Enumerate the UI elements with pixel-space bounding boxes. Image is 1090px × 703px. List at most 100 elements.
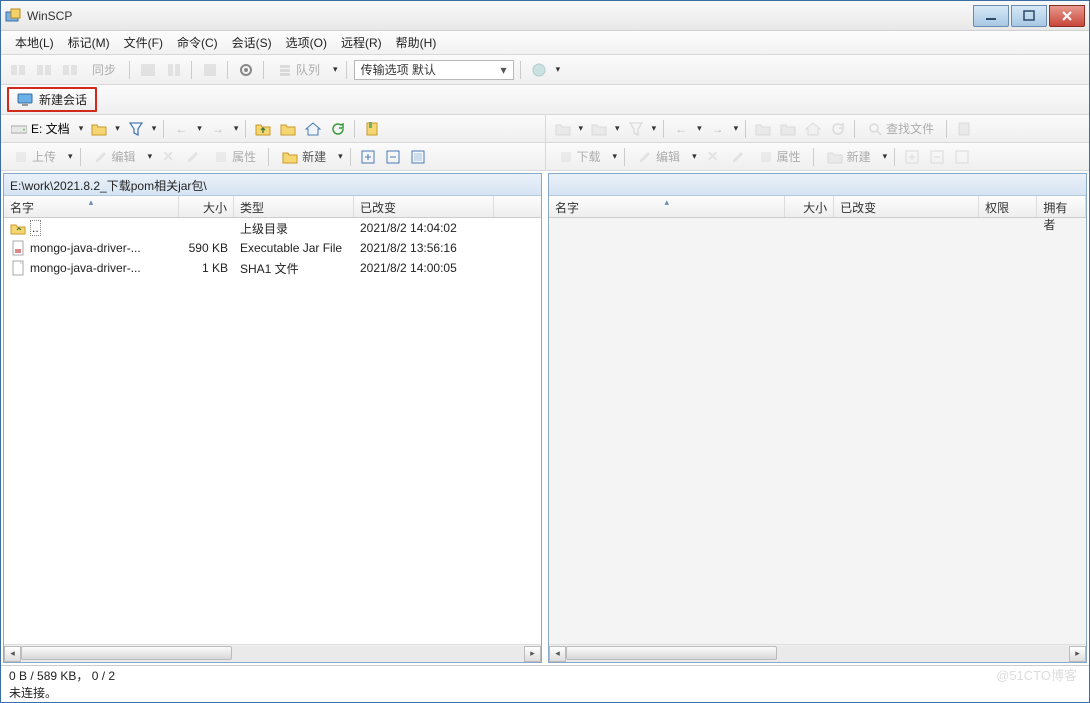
scroll-thumb[interactable] [566, 646, 777, 660]
fwd-dd: ▾ [232, 123, 241, 134]
compare-icon [163, 59, 185, 81]
scroll-left-icon[interactable]: ◂ [549, 646, 566, 662]
invert-selection-icon-r [951, 146, 973, 168]
menu-help[interactable]: 帮助(H) [390, 32, 443, 53]
remote-grid-header: 名字 大小 已改变 权限 拥有者 [549, 196, 1086, 218]
nav-toolbar-left: E: 文档 ▾ ▾ ▾ ←▾ →▾ [1, 115, 546, 143]
drive-selector-left[interactable]: E: 文档 [7, 120, 74, 137]
new-dd-r: ▾ [881, 151, 890, 162]
separator [811, 146, 817, 168]
bookmark-icon[interactable] [361, 118, 383, 140]
select-all-icon[interactable] [357, 146, 379, 168]
local-hscroll[interactable]: ◂ ▸ [4, 644, 541, 662]
separator [518, 59, 524, 81]
nav-toolbar-right: ▾ ▾ ▾ ←▾ →▾ 查找文件 [546, 115, 1090, 143]
download-label: 下载 [577, 148, 601, 165]
maximize-button[interactable] [1011, 5, 1047, 27]
col-header-name-r[interactable]: 名字 [549, 196, 785, 217]
new-label: 新建 [302, 148, 326, 165]
filter-icon[interactable] [125, 118, 147, 140]
app-icon [5, 8, 21, 24]
status-connection: 未连接。 [9, 684, 1081, 701]
home-icon [802, 118, 824, 140]
file-name: mongo-java-driver-... [30, 241, 141, 255]
edit-label-r: 编辑 [656, 148, 680, 165]
remote-drive-icon [552, 118, 574, 140]
properties-button: 属性 [207, 146, 263, 168]
close-button[interactable] [1049, 5, 1085, 27]
edit-button: 编辑 [87, 146, 143, 168]
home-icon[interactable] [302, 118, 324, 140]
local-path-bar: E:\work\2021.8.2_下载pom相关jar包\ [4, 174, 541, 196]
local-grid-header: 名字 大小 类型 已改变 [4, 196, 541, 218]
col-header-type[interactable]: 类型 [234, 196, 354, 217]
invert-selection-icon[interactable] [407, 146, 429, 168]
folder-up-icon [752, 118, 774, 140]
find-files-label: 查找文件 [886, 120, 934, 137]
separator [852, 118, 858, 140]
select-none-icon[interactable] [382, 146, 404, 168]
folder-open-icon [588, 118, 610, 140]
folder-root-icon[interactable] [277, 118, 299, 140]
col-header-size[interactable]: 大小 [179, 196, 234, 217]
delete-icon-r: ✕ [702, 146, 724, 168]
bookmark-icon [953, 118, 975, 140]
globe-dropdown[interactable]: ▾ [554, 64, 563, 75]
edit-dd-r: ▾ [690, 151, 699, 162]
scroll-right-icon[interactable]: ▸ [1069, 646, 1086, 662]
sync-right-icon [59, 59, 81, 81]
main-toolbar: 同步 队列 ▾ 传输选项 默认 ▾ ▾ [1, 55, 1089, 85]
minimize-button[interactable] [973, 5, 1009, 27]
globe-icon [528, 59, 550, 81]
menu-session[interactable]: 会话(S) [226, 32, 278, 53]
filter-dd[interactable]: ▾ [150, 123, 159, 134]
new-button[interactable]: 新建 [275, 146, 333, 168]
back-dd: ▾ [695, 123, 704, 134]
table-row[interactable]: ..上级目录2021/8/2 14:04:02 [4, 218, 541, 238]
refresh-icon[interactable] [327, 118, 349, 140]
scroll-left-icon[interactable]: ◂ [4, 646, 21, 662]
separator [661, 118, 667, 140]
menu-file[interactable]: 文件(F) [118, 32, 169, 53]
refresh-icon [827, 118, 849, 140]
scroll-track[interactable] [21, 646, 524, 662]
select-none-icon-r [926, 146, 948, 168]
gear-icon[interactable] [235, 59, 257, 81]
upload-button: 上传 [7, 146, 63, 168]
upload-label: 上传 [32, 148, 56, 165]
col-header-modified[interactable]: 已改变 [354, 196, 494, 217]
status-bar: 0 B / 589 KB， 0 / 2 未连接。 [1, 666, 1089, 702]
menubar: 本地(L) 标记(M) 文件(F) 命令(C) 会话(S) 选项(O) 远程(R… [1, 31, 1089, 55]
scroll-track[interactable] [566, 646, 1069, 662]
drive-dropdown-left[interactable]: ▾ [77, 123, 86, 134]
col-header-modified-r[interactable]: 已改变 [834, 196, 979, 217]
folder-open-icon[interactable] [88, 118, 110, 140]
rename-icon-r [727, 146, 749, 168]
col-header-name[interactable]: 名字 [4, 196, 179, 217]
menu-local[interactable]: 本地(L) [9, 32, 60, 53]
col-header-owner-r[interactable]: 拥有者 [1037, 196, 1086, 217]
folder-up-icon[interactable] [252, 118, 274, 140]
separator [344, 59, 350, 81]
remote-hscroll[interactable]: ◂ ▸ [549, 644, 1086, 662]
scroll-thumb[interactable] [21, 646, 232, 660]
scroll-right-icon[interactable]: ▸ [524, 646, 541, 662]
menu-mark[interactable]: 标记(M) [62, 32, 116, 53]
menu-options[interactable]: 选项(O) [280, 32, 333, 53]
menu-remote[interactable]: 远程(R) [335, 32, 388, 53]
menu-command[interactable]: 命令(C) [171, 32, 224, 53]
transfer-settings-combo[interactable]: 传输选项 默认 ▾ [354, 60, 514, 80]
table-row[interactable]: mongo-java-driver-...590 KBExecutable Ja… [4, 238, 541, 258]
remote-path-bar [549, 174, 1086, 196]
remote-pane: 名字 大小 已改变 权限 拥有者 ◂ ▸ [548, 173, 1087, 663]
separator [944, 118, 950, 140]
col-header-size-r[interactable]: 大小 [785, 196, 834, 217]
col-header-perms-r[interactable]: 权限 [979, 196, 1037, 217]
transfer-label: 传输选项 默认 [361, 61, 436, 78]
queue-dropdown[interactable]: ▾ [331, 64, 340, 75]
local-grid-body[interactable]: ..上级目录2021/8/2 14:04:02mongo-java-driver… [4, 218, 541, 644]
table-row[interactable]: mongo-java-driver-...1 KBSHA1 文件2021/8/2… [4, 258, 541, 278]
new-dd[interactable]: ▾ [336, 151, 345, 162]
folder-dd[interactable]: ▾ [113, 123, 122, 134]
new-session-button[interactable]: 新建会话 [7, 87, 97, 112]
